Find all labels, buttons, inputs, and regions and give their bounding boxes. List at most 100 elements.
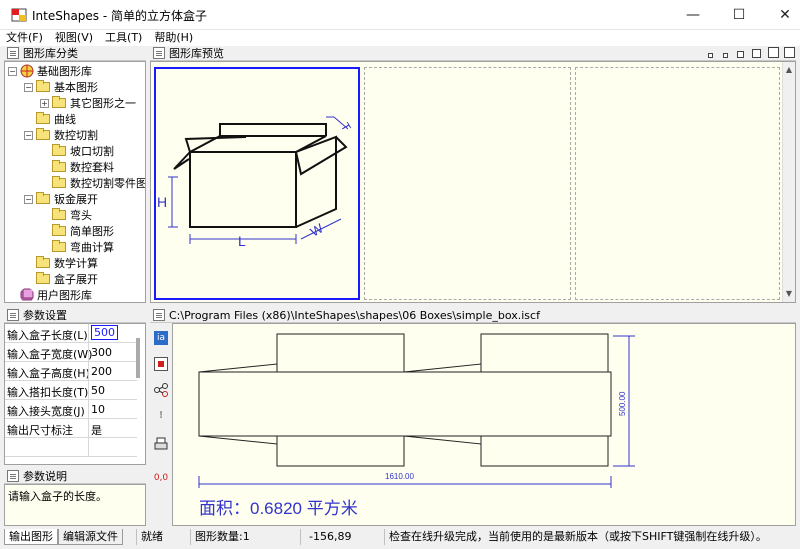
print-icon[interactable] — [154, 437, 168, 451]
param-key: 输出尺寸标注 — [7, 424, 73, 437]
param-row-dim-output[interactable]: 输出尺寸标注 是 — [5, 419, 137, 438]
param-row-width[interactable]: 输入盒子宽度(W) 300 — [5, 343, 137, 362]
view-large-icon[interactable] — [752, 49, 761, 58]
collapse-icon[interactable]: − — [24, 82, 33, 92]
user-library-icon — [20, 288, 34, 301]
tree-label: 基本图形 — [54, 81, 98, 94]
tree-item-basic-library[interactable]: − 基础图形库 — [8, 63, 92, 79]
tree-item-math-calc[interactable]: 数学计算 — [36, 255, 98, 271]
box-3d-preview: L H W T — [157, 116, 354, 249]
status-shape-count: 图形数量:1 — [190, 529, 300, 545]
desc-panel-header: 参数说明 — [4, 469, 146, 484]
view-small-icon[interactable] — [723, 53, 728, 58]
tree-label: 数控切割 — [54, 129, 98, 142]
params-scrollbar[interactable] — [136, 338, 140, 378]
dimension-w-label: W — [308, 220, 327, 239]
status-bar: 就绪 图形数量:1 -156,89 检查在线升级完成，当前使用的是最新版本（或按… — [0, 529, 800, 549]
view-small-icon[interactable] — [708, 53, 713, 58]
preview-cell-empty[interactable] — [364, 67, 571, 300]
tree-item-basic-shapes[interactable]: − 基本图形 — [24, 79, 98, 95]
dim-height-label: 500.00 — [618, 391, 627, 416]
folder-icon — [36, 272, 50, 284]
tree-item-box-unfold[interactable]: 盒子展开 — [36, 271, 98, 287]
folder-icon — [52, 144, 66, 156]
tree-label: 数控切割零件图 — [70, 177, 146, 190]
panel-icon — [7, 470, 19, 482]
folder-icon — [36, 128, 50, 140]
param-joint-width-value[interactable]: 10 — [91, 403, 105, 416]
params-panel-header: 参数设置 — [4, 308, 146, 323]
view-medium-icon[interactable] — [737, 51, 744, 58]
status-message: 检查在线升级完成，当前使用的是最新版本（或按下SHIFT键强制在线升级）。 — [384, 529, 796, 545]
tree-item-user-library[interactable]: 用户图形库 — [20, 287, 92, 302]
folder-icon — [36, 192, 50, 204]
collapse-icon[interactable]: − — [8, 66, 17, 76]
tree-item-cnc-nesting[interactable]: 数控套料 — [52, 159, 114, 175]
param-key: 输入盒子长度(L) — [7, 329, 88, 342]
scroll-up-icon[interactable]: ▲ — [783, 64, 795, 76]
export-icon[interactable] — [154, 357, 168, 371]
folder-icon — [52, 224, 66, 236]
param-height-value[interactable]: 200 — [91, 365, 112, 378]
tree-item-cnc-cutting[interactable]: − 数控切割 — [24, 127, 98, 143]
param-row-empty — [5, 438, 137, 457]
params-grid: 输入盒子长度(L) 500 输入盒子宽度(W) 300 输入盒子高度(H) 20… — [4, 323, 146, 465]
panel-icon — [7, 309, 19, 321]
window-title: InteShapes - 简单的立方体盒子 — [32, 9, 208, 23]
maximize-button[interactable]: ☐ — [716, 0, 762, 30]
tree-item-elbow[interactable]: 弯头 — [52, 207, 92, 223]
collapse-icon[interactable]: − — [24, 194, 33, 204]
library-panel-header: 图形库分类 — [4, 46, 146, 61]
param-length-input[interactable]: 500 — [91, 325, 118, 340]
param-tab-length-value[interactable]: 50 — [91, 384, 105, 397]
tree-label: 简单图形 — [70, 225, 114, 238]
tree-item-curves[interactable]: 曲线 — [36, 111, 76, 127]
tree-item-bend-calc[interactable]: 弯曲计算 — [52, 239, 114, 255]
minimize-button[interactable]: — — [670, 0, 716, 30]
tree-item-other-shapes[interactable]: + 其它图形之一 — [40, 95, 136, 111]
menu-tools[interactable]: 工具(T) — [99, 30, 148, 46]
collapse-icon[interactable]: − — [24, 130, 33, 140]
param-row-joint-width[interactable]: 输入接头宽度(J) 10 — [5, 400, 137, 419]
param-row-height[interactable]: 输入盒子高度(H) 200 — [5, 362, 137, 381]
param-width-value[interactable]: 300 — [91, 346, 112, 359]
param-key: 输入盒子高度(H) — [7, 367, 90, 380]
warning-icon[interactable]: ! — [154, 409, 168, 423]
expand-icon[interactable]: + — [40, 98, 49, 108]
text-tool-icon[interactable]: ia — [154, 331, 168, 345]
tree-item-bevel-cutting[interactable]: 坡口切割 — [52, 143, 114, 159]
drawing-canvas[interactable]: 1610.00 500.00 面积：0.6820 平方米 — [172, 323, 796, 526]
param-key: 输入搭扣长度(T) — [7, 386, 89, 399]
folder-icon — [52, 96, 66, 108]
menu-help[interactable]: 帮助(H) — [148, 30, 199, 46]
area-text: 面积：0.6820 平方米 — [199, 499, 358, 518]
menu-bar: 文件(F) 视图(V) 工具(T) 帮助(H) — [0, 30, 800, 46]
scroll-down-icon[interactable]: ▼ — [783, 288, 795, 300]
param-key: 输入接头宽度(J) — [7, 405, 85, 418]
tree-item-sheet-metal[interactable]: − 钣金展开 — [24, 191, 98, 207]
folder-icon — [36, 80, 50, 92]
tree-label: 数学计算 — [54, 257, 98, 270]
folder-icon — [36, 112, 50, 124]
share-icon[interactable] — [154, 383, 168, 397]
preview-cell-empty[interactable] — [575, 67, 780, 300]
tree-label: 数控套料 — [70, 161, 114, 174]
view-xlarge-icon[interactable] — [768, 47, 779, 58]
param-dim-output-value[interactable]: 是 — [91, 422, 102, 438]
tree-item-cnc-parts[interactable]: 数控切割零件图 — [52, 175, 146, 191]
menu-file[interactable]: 文件(F) — [0, 30, 49, 46]
param-row-length[interactable]: 输入盒子长度(L) 500 — [5, 324, 137, 343]
desc-panel-title: 参数说明 — [23, 470, 67, 483]
tree-label: 基础图形库 — [37, 65, 92, 78]
tree-item-simple-shapes[interactable]: 简单图形 — [52, 223, 114, 239]
preview-scrollbar[interactable]: ▲ ▼ — [782, 62, 795, 302]
folder-icon — [36, 256, 50, 268]
params-panel-title: 参数设置 — [23, 309, 67, 322]
param-row-tab-length[interactable]: 输入搭扣长度(T) 50 — [5, 381, 137, 400]
tree-label: 弯曲计算 — [70, 241, 114, 254]
close-button[interactable]: ✕ — [762, 0, 800, 30]
menu-view[interactable]: 视图(V) — [49, 30, 99, 46]
origin-icon[interactable]: 0,0 — [152, 471, 170, 485]
view-xlarge-icon[interactable] — [784, 47, 795, 58]
preview-cell-selected[interactable]: L H W T — [154, 67, 360, 300]
